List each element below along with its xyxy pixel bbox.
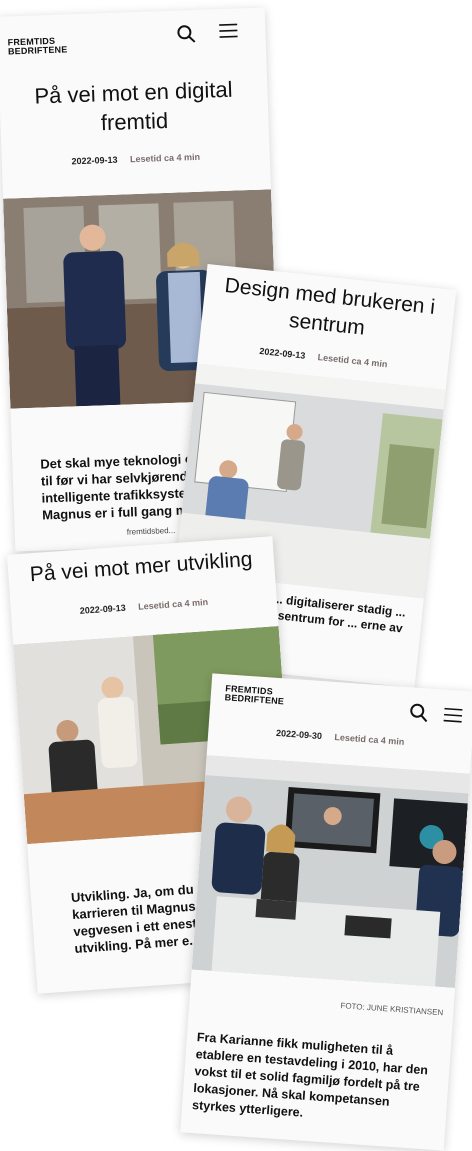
article-excerpt: Fra Karianne fikk muligheten til å etabl… [191,1030,429,1120]
article-title[interactable]: På vei mot en digital fremtid [0,73,269,140]
top-bar: FREMTIDS BEDRIFTENE [0,7,266,66]
photo-video-conference [191,755,471,989]
reading-time: Lesetid ca 4 min [129,151,201,165]
article-card-test-department[interactable]: FREMTIDS BEDRIFTENE 2022-09-30 Lesetid c… [180,673,472,1151]
reading-time: Lesetid ca 4 min [137,596,209,612]
photo-credit: FOTO: JUNE KRISTIANSEN [340,1001,444,1018]
reading-time: Lesetid ca 4 min [317,352,388,370]
site-logo[interactable]: FREMTIDS BEDRIFTENE [7,36,68,57]
article-title[interactable]: Design med brukeren i sentrum [201,270,455,352]
article-date: 2022-09-13 [71,154,118,167]
source-link[interactable]: fremtidsbed... [127,526,176,537]
article-meta: 2022-09-13 Lesetid ca 4 min [2,149,270,168]
article-date: 2022-09-13 [79,602,127,616]
site-logo[interactable]: FREMTIDS BEDRIFTENE [224,683,285,706]
article-meta: 2022-09-13 Lesetid ca 4 min [11,592,277,621]
article-photo[interactable] [191,755,471,989]
search-icon[interactable] [407,701,430,724]
article-title[interactable]: På vei mot mer utvikling [8,544,275,590]
search-icon[interactable] [175,23,198,46]
article-excerpt: ... digitaliserer stadig ... I sentrum f… [270,591,407,636]
hamburger-menu-icon[interactable] [441,704,464,727]
article-date: 2022-09-30 [275,727,323,742]
hamburger-menu-icon[interactable] [217,19,240,42]
article-date: 2022-09-13 [258,345,306,361]
